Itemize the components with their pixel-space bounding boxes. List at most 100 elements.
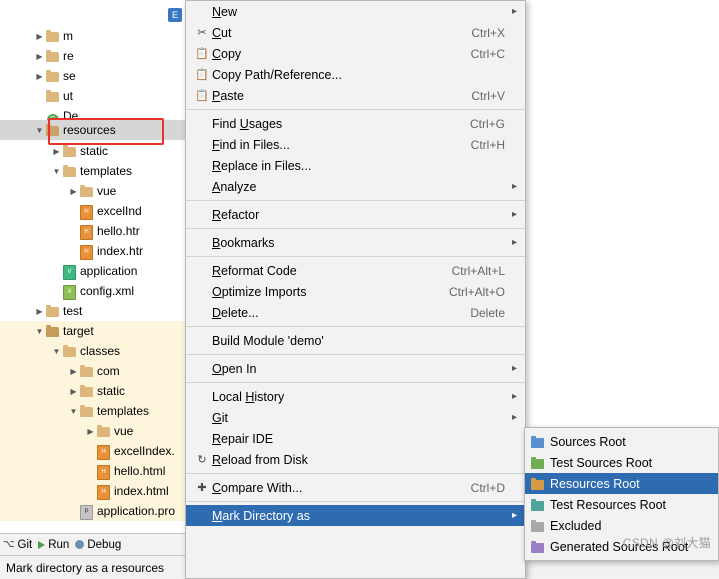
tree-item[interactable]: HexcelIndex. (0, 441, 200, 461)
chevron-right-icon[interactable]: ▶ (51, 147, 62, 156)
folder-icon (80, 405, 93, 417)
tree-item[interactable]: ▶ m (0, 26, 200, 46)
tree-item[interactable]: Hhello.html (0, 461, 200, 481)
copy-icon: 📋 (195, 48, 209, 60)
menu-item[interactable]: 📋 Paste Ctrl+V (186, 85, 525, 106)
menu-item-shortcut: Ctrl+D (470, 480, 505, 495)
submenu-item-label: Resources Root (550, 476, 640, 491)
git-icon: ⌥ (3, 539, 15, 550)
menu-item-label: Copy (212, 46, 242, 61)
menu-item-label: Refactor (212, 207, 260, 222)
menu-item[interactable]: Open In ▸ (186, 358, 525, 379)
menu-item[interactable]: Local History ▸ (186, 386, 525, 407)
menu-item[interactable]: New ▸ (186, 1, 525, 22)
tree-item-label: m (63, 29, 73, 43)
chevron-right-icon[interactable]: ▶ (68, 367, 79, 376)
chevron-down-icon[interactable]: ▼ (51, 347, 62, 356)
root-type-folder-icon (531, 456, 544, 469)
menu-item[interactable]: Analyze ▸ (186, 176, 525, 197)
tree-item[interactable]: ut (0, 86, 200, 106)
menu-item[interactable]: Optimize Imports Ctrl+Alt+O (186, 281, 525, 302)
menu-item-label: Optimize Imports (212, 284, 307, 299)
tree-item[interactable]: ▼ target (0, 321, 200, 341)
tree-item-label: resources (63, 123, 116, 137)
tree-item[interactable]: Hindex.htr (0, 241, 200, 261)
vue-file-icon: V (63, 265, 76, 280)
tool-button-debug-label: Debug (87, 538, 122, 551)
menu-item[interactable]: ✚ Compare With... Ctrl+D (186, 477, 525, 498)
chevron-right-icon[interactable]: ▶ (68, 387, 79, 396)
tree-item-label: static (80, 144, 109, 158)
chevron-down-icon[interactable]: ▼ (51, 167, 62, 176)
tree-item[interactable]: ▼ resources (0, 120, 200, 140)
menu-item[interactable]: Find in Files... Ctrl+H (186, 134, 525, 155)
submenu-item[interactable]: Test Resources Root (525, 494, 718, 515)
tool-button-debug[interactable]: Debug (75, 539, 121, 551)
folder-icon (46, 90, 59, 102)
chevron-right-icon[interactable]: ▶ (68, 187, 79, 196)
tree-item[interactable]: ▶ test (0, 301, 200, 321)
menu-separator (186, 382, 525, 383)
menu-item[interactable]: Build Module 'demo' (186, 330, 525, 351)
chevron-right-icon[interactable]: ▶ (85, 427, 96, 436)
html-file-icon: H (80, 225, 93, 240)
folder-icon (80, 185, 93, 197)
chevron-right-icon[interactable]: ▶ (34, 307, 45, 316)
tree-item[interactable]: ▶ re (0, 46, 200, 66)
menu-item[interactable]: Git ▸ (186, 407, 525, 428)
menu-item[interactable]: ✂ Cut Ctrl+X (186, 22, 525, 43)
chevron-down-icon[interactable]: ▼ (68, 407, 79, 416)
menu-item[interactable]: Bookmarks ▸ (186, 232, 525, 253)
submenu-item[interactable]: Test Sources Root (525, 452, 718, 473)
tree-item-label: application.pro (97, 504, 176, 518)
ide-window: E ▶m▶re▶seutCDe▼resources▶static▼templat… (0, 0, 719, 579)
chevron-down-icon[interactable]: ▼ (34, 327, 45, 336)
submenu-item[interactable]: Sources Root (525, 431, 718, 452)
tree-item[interactable]: Hhello.htr (0, 221, 200, 241)
menu-item[interactable]: Repair IDE (186, 428, 525, 449)
tool-button-run[interactable]: Run (38, 539, 69, 551)
tree-item[interactable]: ▶ vue (0, 181, 200, 201)
menu-item[interactable]: Mark Directory as ▸ (186, 505, 525, 526)
tree-item[interactable]: Hindex.html (0, 481, 200, 501)
tool-window-bar[interactable]: ⌥ Git Run Debug (0, 533, 200, 555)
menu-item[interactable]: 📋 Copy Path/Reference... (186, 64, 525, 85)
tree-item[interactable]: HexcelInd (0, 201, 200, 221)
tree-item[interactable]: ▼ classes (0, 341, 200, 361)
folder-icon (46, 70, 59, 82)
menu-item[interactable]: Find Usages Ctrl+G (186, 113, 525, 134)
folder-icon (63, 165, 76, 177)
chevron-right-icon[interactable]: ▶ (34, 32, 45, 41)
context-menu[interactable]: New ▸ ✂ Cut Ctrl+X 📋 Copy Ctrl+C 📋 Copy Path/Refe… (185, 0, 526, 579)
tree-item[interactable]: ▶ static (0, 141, 200, 161)
tree-item[interactable]: ▼ templates (0, 161, 200, 181)
tree-item-label: re (63, 49, 74, 63)
tree-item[interactable]: Papplication.pro (0, 501, 200, 521)
menu-item[interactable]: Replace in Files... (186, 155, 525, 176)
tree-item[interactable]: ▶ static (0, 381, 200, 401)
tree-item[interactable]: Vapplication (0, 261, 200, 281)
tree-item[interactable]: ▶ com (0, 361, 200, 381)
submenu-item[interactable]: Excluded (525, 515, 718, 536)
tree-item[interactable]: Xconfig.xml (0, 281, 200, 301)
tree-item[interactable]: ▼ templates (0, 401, 200, 421)
tree-item-label: test (63, 304, 83, 318)
tree-item[interactable]: ▶ se (0, 66, 200, 86)
menu-item[interactable]: Delete... Delete (186, 302, 525, 323)
debug-icon (75, 540, 85, 549)
menu-item[interactable]: 📋 Copy Ctrl+C (186, 43, 525, 64)
menu-item-label: Local History (212, 389, 285, 404)
tree-item[interactable]: ▶ vue (0, 421, 200, 441)
menu-item[interactable]: ↻ Reload from Disk (186, 449, 525, 470)
project-tree[interactable]: E ▶m▶re▶seutCDe▼resources▶static▼templat… (0, 0, 200, 525)
chevron-right-icon[interactable]: ▶ (34, 52, 45, 61)
chevron-right-icon[interactable]: ▶ (34, 72, 45, 81)
chevron-down-icon[interactable]: ▼ (34, 126, 45, 135)
tool-button-git[interactable]: ⌥ Git (3, 539, 32, 551)
menu-item[interactable]: Refactor ▸ (186, 204, 525, 225)
folder-icon (80, 365, 93, 377)
menu-item[interactable]: Reformat Code Ctrl+Alt+L (186, 260, 525, 281)
submenu-item-label: Test Sources Root (550, 455, 653, 470)
submenu-item[interactable]: Resources Root (525, 473, 718, 494)
refresh-icon: ↻ (197, 454, 207, 466)
